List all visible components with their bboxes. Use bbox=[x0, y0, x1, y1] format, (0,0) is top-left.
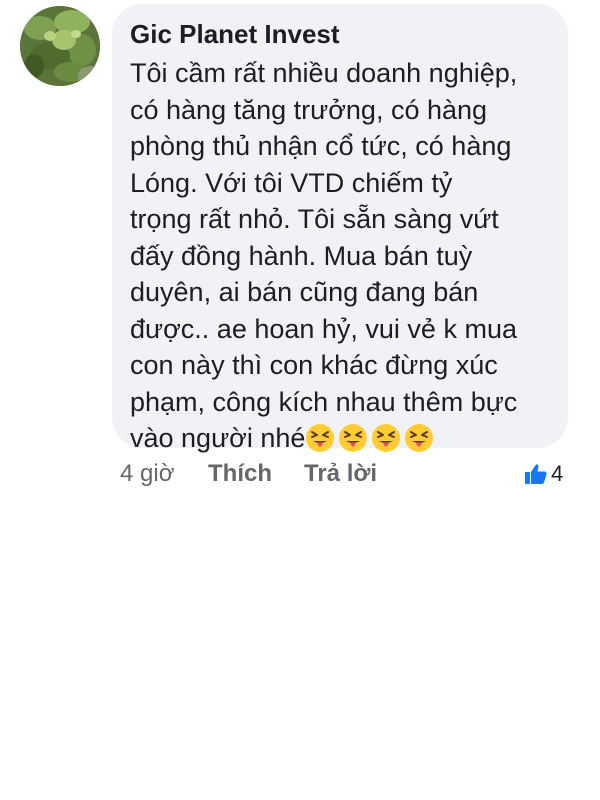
squinting-tongue-emoji-icon bbox=[306, 424, 335, 452]
reply-button[interactable]: Trả lời bbox=[304, 458, 377, 490]
comment-line: con này thì con khác đừng xúc bbox=[130, 350, 498, 380]
comment-timestamp[interactable]: 4 giờ bbox=[120, 458, 174, 490]
comment-line: duyên, ai bán cũng đang bán bbox=[130, 277, 479, 307]
comment-line: được.. ae hoan hỷ, vui vẻ k mua bbox=[130, 313, 517, 344]
squinting-tongue-emoji-icon bbox=[372, 424, 401, 452]
comment-actions: 4 giờ Thích Trả lời 4 bbox=[120, 458, 580, 490]
comment-line: vào người nhé bbox=[130, 423, 306, 453]
reaction-summary[interactable]: 4 bbox=[524, 458, 563, 490]
comment-line: Lóng. Với tôi VTD chiếm tỷ bbox=[130, 167, 453, 198]
comment-author[interactable]: Gic Planet Invest bbox=[130, 17, 550, 51]
reaction-count: 4 bbox=[551, 461, 564, 486]
comment-bubble: Gic Planet Invest Tôi cầm rất nhiều doan… bbox=[112, 4, 568, 453]
comment-line: đấy đồng hành. Mua bán tuỳ bbox=[130, 240, 473, 271]
comment-text: Tôi cầm rất nhiều doanh nghiệp, có hàng … bbox=[130, 55, 550, 457]
comment: Gic Planet Invest Tôi cầm rất nhiều doan… bbox=[0, 0, 600, 800]
squinting-tongue-emoji-icon bbox=[339, 424, 368, 452]
thumbs-up-icon bbox=[525, 464, 547, 484]
comment-line: phòng thủ nhận cổ tức, có hàng bbox=[130, 131, 512, 161]
comment-line: phạm, công kích nhau thêm bực bbox=[130, 386, 518, 417]
comment-line: có hàng tăng trưởng, có hàng bbox=[130, 94, 488, 125]
comment-line: Tôi cầm rất nhiều doanh nghiệp, bbox=[130, 58, 518, 88]
avatar[interactable] bbox=[20, 6, 100, 86]
squinting-tongue-emoji-icon bbox=[405, 424, 434, 452]
comment-last-line: vào người nhé bbox=[130, 420, 550, 457]
avatar-image bbox=[20, 6, 100, 86]
like-button[interactable]: Thích bbox=[208, 458, 272, 490]
comment-line: trọng rất nhỏ. Tôi sẵn sàng vứt bbox=[130, 204, 499, 234]
emoji-group bbox=[305, 423, 437, 453]
